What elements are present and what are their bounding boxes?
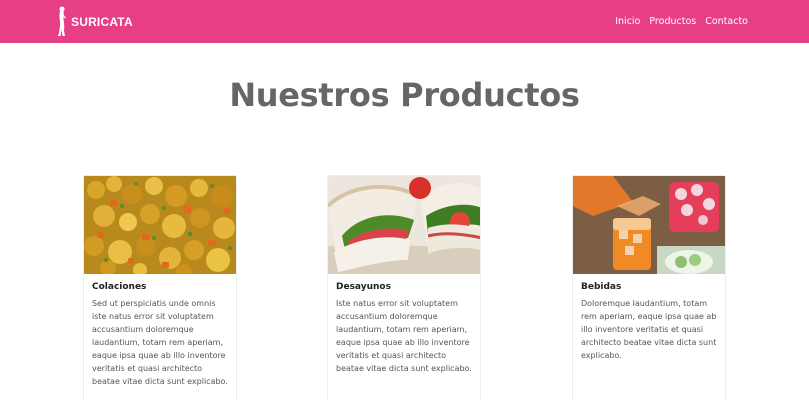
navbar: SURICATA Inicio Productos Contacto — [0, 0, 809, 43]
product-card-desayunos[interactable]: Desayunos Iste natus error sit voluptate… — [327, 175, 481, 400]
food-image — [84, 176, 236, 274]
brand-logo-link[interactable]: SURICATA — [56, 6, 133, 37]
card-title: Desayunos — [336, 282, 391, 292]
card-title: Colaciones — [92, 282, 147, 292]
card-description: Doloremque laudantium, totam rem aperiam… — [581, 299, 717, 360]
nav-link-inicio[interactable]: Inicio — [615, 16, 640, 27]
nav-link-contacto[interactable]: Contacto — [705, 16, 748, 27]
card-title: Bebidas — [581, 282, 622, 292]
page-title: Nuestros Productos — [229, 76, 580, 114]
card-description: Iste natus error sit voluptatem accusant… — [336, 299, 472, 373]
nav-menu: Inicio Productos Contacto — [615, 0, 748, 43]
product-card-bebidas[interactable]: Bebidas Doloremque laudantium, totam rem… — [572, 175, 726, 400]
brand-name: SURICATA — [71, 14, 133, 29]
sandwich-image — [328, 176, 480, 274]
product-card-colaciones[interactable]: Colaciones Sed ut perspiciatis unde omni… — [83, 175, 237, 400]
meerkat-icon — [58, 6, 66, 36]
drinks-image — [573, 176, 725, 274]
nav-link-productos[interactable]: Productos — [649, 16, 696, 27]
card-description: Sed ut perspiciatis unde omnis iste natu… — [92, 299, 228, 386]
